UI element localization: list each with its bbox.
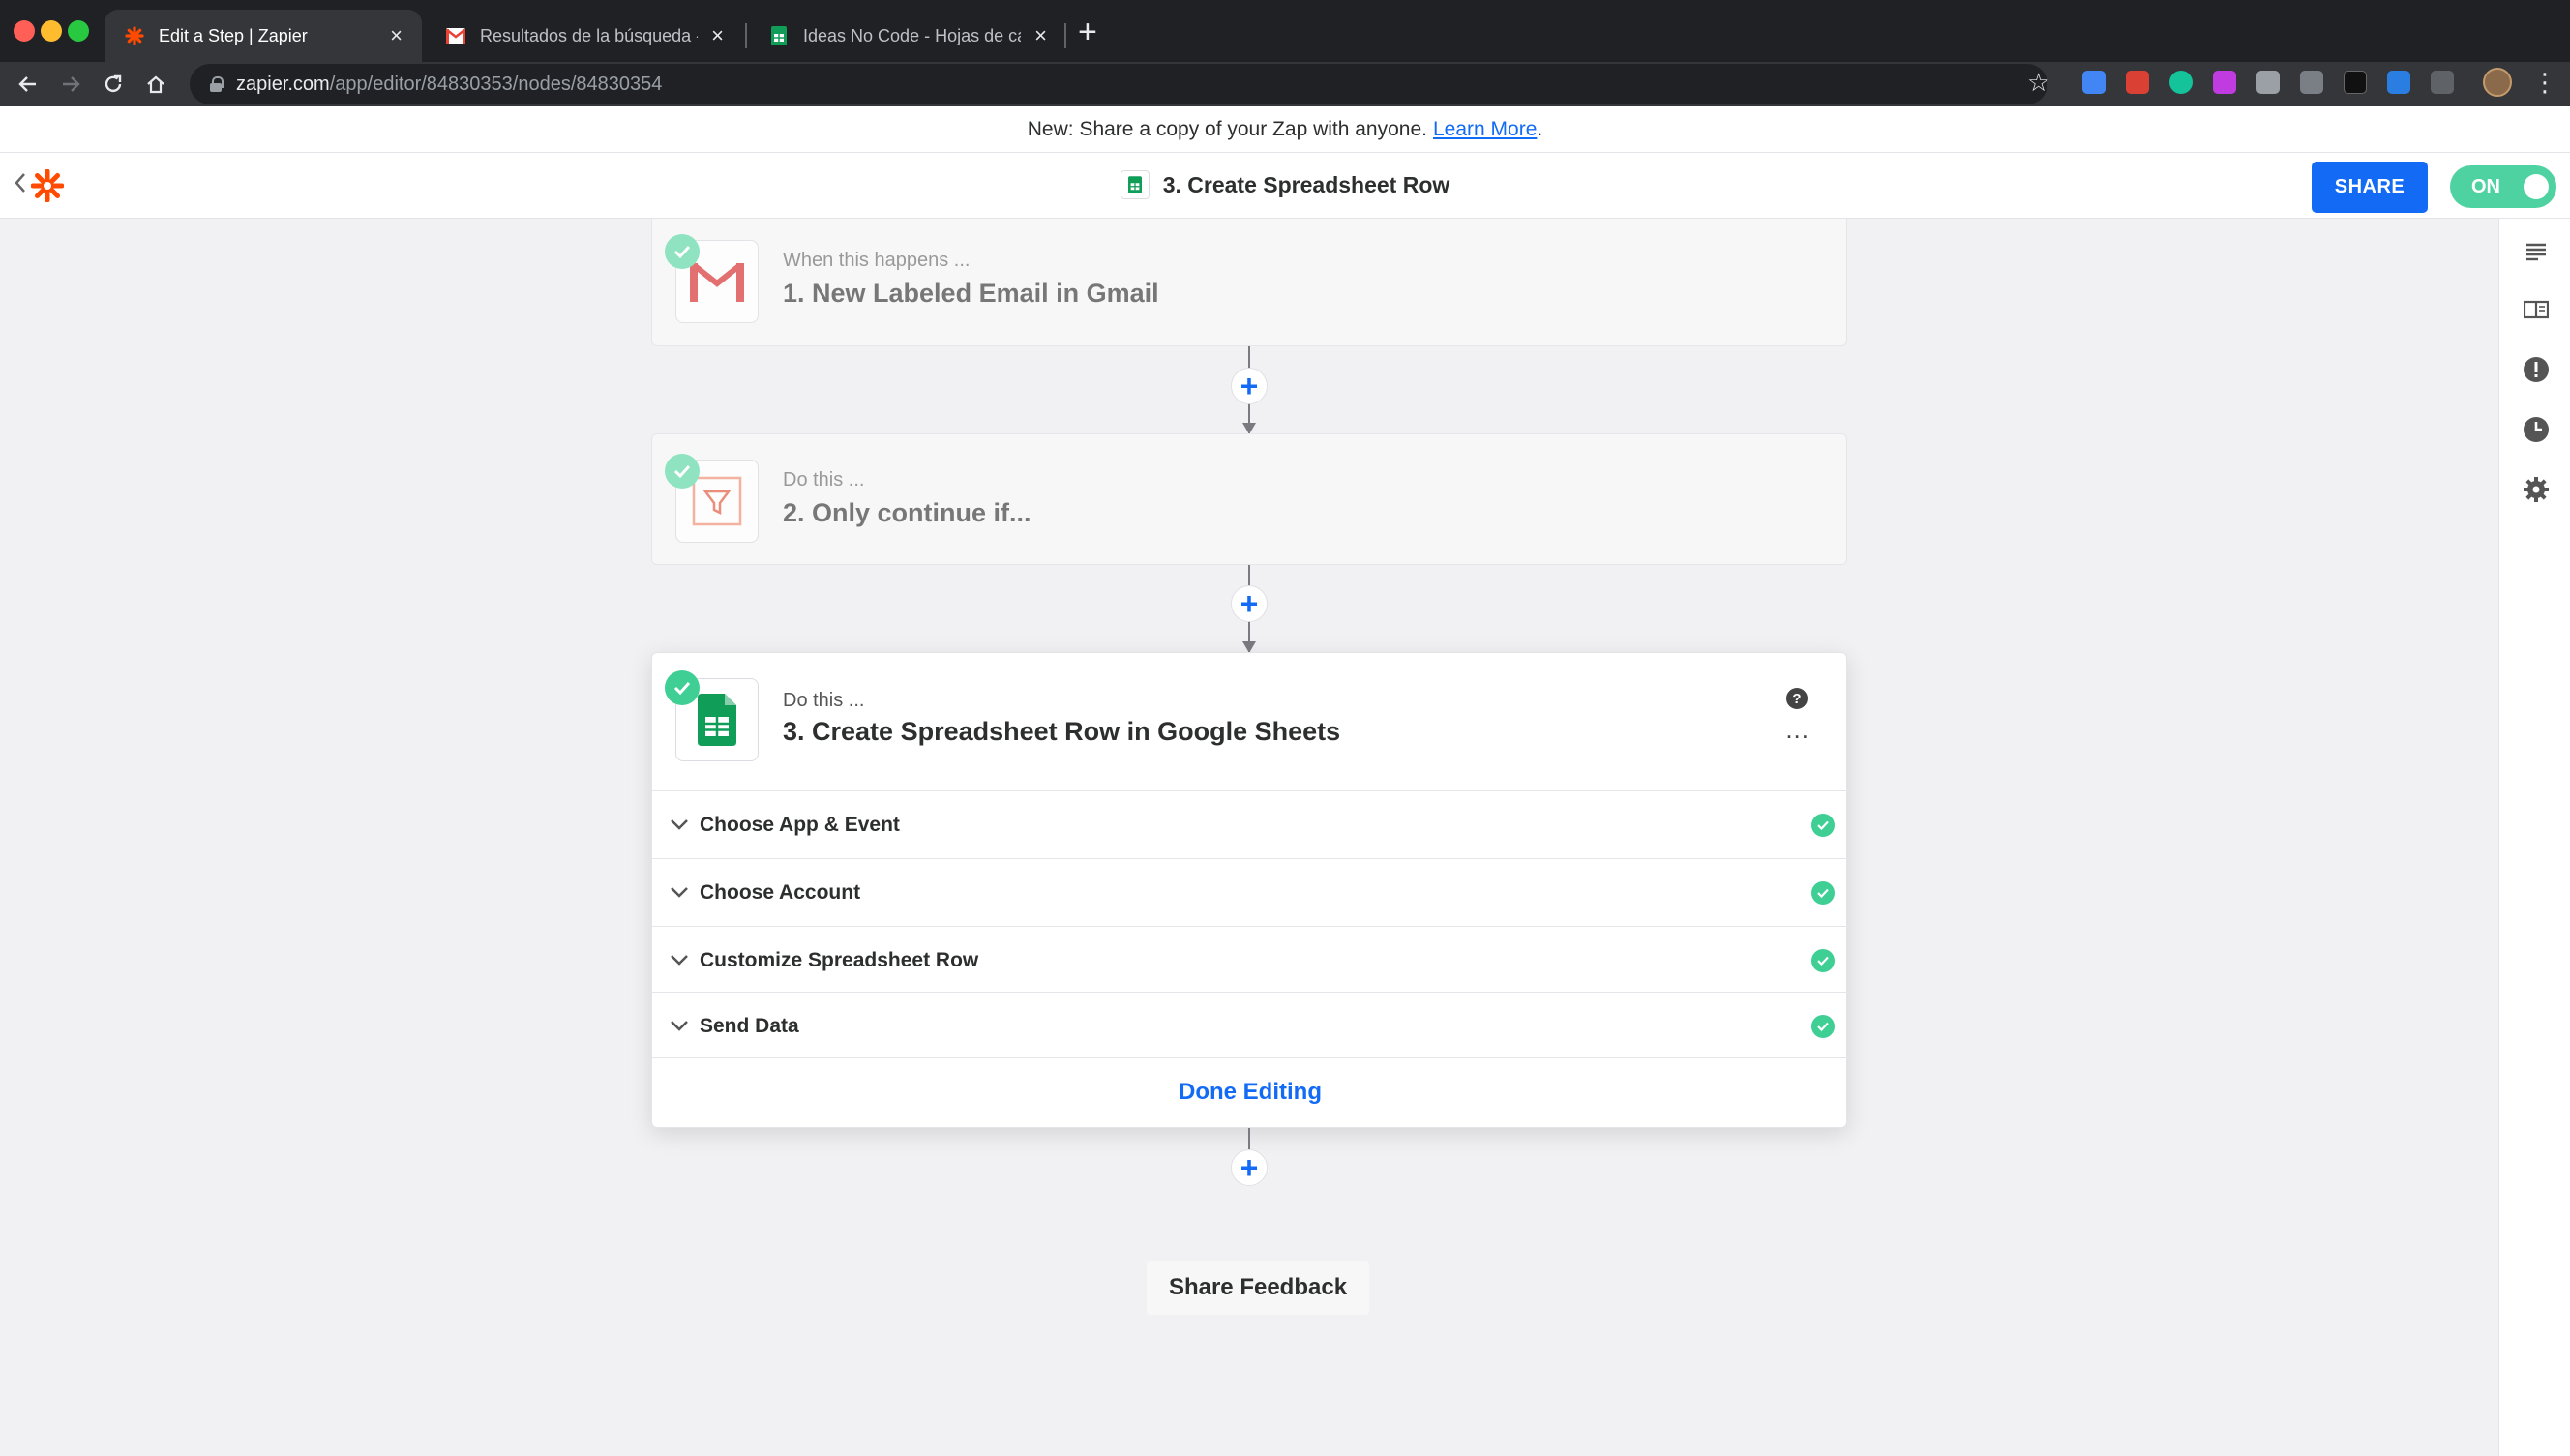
section-complete-check-icon <box>1811 948 1835 972</box>
alert-icon[interactable] <box>2519 352 2554 387</box>
tab-divider <box>745 23 747 48</box>
settings-gear-icon[interactable] <box>2519 472 2554 507</box>
forward-arrow-icon[interactable] <box>56 70 85 99</box>
section-label: Choose Account <box>700 880 861 904</box>
lock-icon <box>209 76 224 92</box>
chevron-down-icon <box>666 1012 693 1039</box>
editor-header: 3. Create Spreadsheet Row SHARE ON <box>0 153 2570 219</box>
share-button[interactable]: SHARE <box>2312 162 2428 213</box>
page-title: 3. Create Spreadsheet Row <box>0 170 2570 199</box>
step-subtitle: Do this ... <box>783 690 865 711</box>
step-complete-check-icon <box>665 234 700 269</box>
home-icon[interactable] <box>141 70 170 99</box>
tab-title: Ideas No Code - Hojas de cálcul <box>803 25 1021 45</box>
outline-icon[interactable] <box>2519 234 2554 269</box>
tab-title: Resultados de la búsqueda - os <box>480 25 698 45</box>
section-choose-app-event[interactable]: Choose App & Event <box>652 790 1848 858</box>
gmail-icon <box>445 25 466 46</box>
chevron-down-icon <box>666 811 693 838</box>
section-label: Choose App & Event <box>700 813 900 836</box>
zap-on-toggle[interactable]: ON <box>2450 165 2556 208</box>
learn-more-link[interactable]: Learn More <box>1433 118 1537 141</box>
step-subtitle: Do this ... <box>783 469 865 490</box>
guide-book-icon[interactable] <box>2519 292 2554 327</box>
step-card-trigger[interactable]: When this happens ... 1. New Labeled Ema… <box>651 219 1847 346</box>
tab-title: Edit a Step | Zapier <box>159 25 308 45</box>
step-complete-check-icon <box>665 454 700 489</box>
section-complete-check-icon <box>1811 880 1835 905</box>
tab-divider <box>1064 23 1066 48</box>
grammarly-extension-icon[interactable] <box>2169 71 2193 94</box>
announcement-bar: New: Share a copy of your Zap with anyon… <box>0 106 2570 153</box>
gray-extension-icon[interactable] <box>2256 71 2280 94</box>
chevron-down-icon <box>666 878 693 906</box>
google-sheets-icon <box>1120 170 1150 199</box>
announcement-text: New: Share a copy of your Zap with anyon… <box>1027 117 1427 140</box>
pen-extension-icon[interactable] <box>2431 71 2454 94</box>
step-card-filter[interactable]: Do this ... 2. Only continue if... <box>651 433 1847 565</box>
window-maximize-button[interactable] <box>68 20 89 42</box>
toggle-knob <box>2524 174 2549 199</box>
profile-avatar[interactable] <box>2483 68 2512 97</box>
todoist-extension-icon[interactable] <box>2126 71 2149 94</box>
step-title: 3. Create Spreadsheet Row in Google Shee… <box>783 717 1341 746</box>
right-sidebar <box>2498 219 2570 1456</box>
browser-tab-bar: Edit a Step | Zapier × Resultados de la … <box>0 0 2570 62</box>
browser-toolbar: zapier.com/app/editor/84830353/nodes/848… <box>0 62 2570 106</box>
zapier-icon <box>124 25 145 46</box>
history-clock-icon[interactable] <box>2519 412 2554 447</box>
page-title-text: 3. Create Spreadsheet Row <box>1162 171 1450 197</box>
share-feedback-button[interactable]: Share Feedback <box>1147 1261 1369 1315</box>
new-tab-button[interactable]: + <box>1078 14 1097 51</box>
step-title: 1. New Labeled Email in Gmail <box>783 279 1159 308</box>
add-step-button[interactable]: + <box>1231 1149 1268 1186</box>
bookmark-star-icon[interactable]: ☆ <box>2027 68 2049 98</box>
sheets-icon <box>768 25 790 46</box>
more-options-icon[interactable]: ... <box>1785 717 1809 742</box>
window-close-button[interactable] <box>14 20 35 42</box>
address-bar[interactable]: zapier.com/app/editor/84830353/nodes/848… <box>190 64 2047 104</box>
url-host: zapier.com <box>236 73 330 95</box>
add-step-button[interactable]: + <box>1231 585 1268 622</box>
done-editing-button[interactable]: Done Editing <box>652 1057 1848 1125</box>
browser-tab-gmail-search[interactable]: Resultados de la búsqueda - os × <box>426 10 743 62</box>
infinity-extension-icon[interactable] <box>2344 71 2367 94</box>
section-send-data[interactable]: Send Data <box>652 992 1848 1059</box>
close-tab-icon[interactable]: × <box>711 23 724 48</box>
step-connector <box>1248 1128 1250 1149</box>
chevron-down-icon <box>666 946 693 973</box>
help-icon[interactable]: ? <box>1786 688 1808 709</box>
back-arrow-icon[interactable] <box>14 70 43 99</box>
download-extension-icon[interactable] <box>2387 71 2410 94</box>
step-complete-check-icon <box>665 670 700 705</box>
step-title: 2. Only continue if... <box>783 498 1031 527</box>
section-label: Customize Spreadsheet Row <box>700 948 979 971</box>
section-complete-check-icon <box>1811 1014 1835 1038</box>
close-tab-icon[interactable]: × <box>1034 23 1047 48</box>
add-step-button[interactable]: + <box>1231 368 1268 404</box>
toggle-label: ON <box>2471 175 2500 197</box>
close-tab-icon[interactable]: × <box>390 23 403 48</box>
translate-extension-icon[interactable] <box>2082 71 2106 94</box>
step-subtitle: When this happens ... <box>783 250 971 271</box>
reload-icon[interactable] <box>99 70 128 99</box>
section-choose-account[interactable]: Choose Account <box>652 858 1848 926</box>
url-path: /app/editor/84830353/nodes/84830354 <box>329 73 663 95</box>
section-complete-check-icon <box>1811 813 1835 837</box>
purple-extension-icon[interactable] <box>2213 71 2236 94</box>
section-customize-spreadsheet-row[interactable]: Customize Spreadsheet Row <box>652 926 1848 994</box>
window-minimize-button[interactable] <box>41 20 62 42</box>
browser-tab-zapier[interactable]: Edit a Step | Zapier × <box>105 10 422 62</box>
browser-tab-google-sheets[interactable]: Ideas No Code - Hojas de cálcul × <box>749 10 1066 62</box>
announcement-suffix: . <box>1537 117 1543 140</box>
step-card-active: Do this ... 3. Create Spreadsheet Row in… <box>651 652 1848 1128</box>
browser-menu-icon[interactable]: ⋮ <box>2532 68 2557 97</box>
blocks-extension-icon[interactable] <box>2300 71 2323 94</box>
section-label: Send Data <box>700 1014 799 1037</box>
